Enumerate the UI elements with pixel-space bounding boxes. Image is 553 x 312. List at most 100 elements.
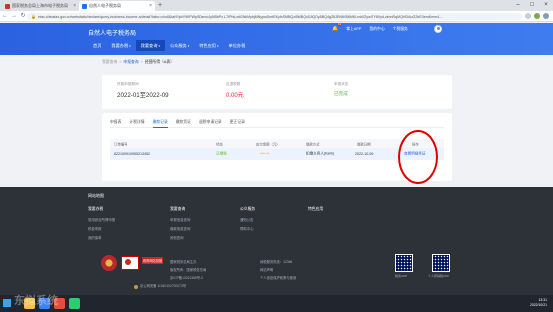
nav-query[interactable]: 我要查询▾ <box>135 40 165 51</box>
etax-favicon-icon <box>82 3 87 9</box>
gov-logo-text: 政府网站找错 <box>142 257 164 264</box>
order-number: 622100910955213452 <box>114 152 150 156</box>
gov-site-logo[interactable] <box>121 256 139 270</box>
chevron-down-icon: ▾ <box>187 44 190 48</box>
header-link-app[interactable]: 掌上APP <box>346 27 361 32</box>
footer-info: 国家税务总局主办 <box>170 260 197 264</box>
site-header: 自然人电子税务局 首页 我要办税▾ 我要查询▾ 公众服务▾ 特色应用▾ 单位办税 <box>0 23 553 55</box>
nav-handle-tax[interactable]: 我要办税▾ <box>106 40 135 51</box>
minimize-icon[interactable]: – <box>511 0 525 11</box>
nav-public-service[interactable]: 公众服务▾ <box>165 40 194 51</box>
red-circle-annotation <box>398 130 438 184</box>
breadcrumb-item[interactable]: 我要查询 <box>102 60 117 65</box>
close-tab-icon[interactable]: × <box>73 3 76 9</box>
qr-label: 税务APP <box>395 274 408 278</box>
forward-icon[interactable]: → <box>11 12 17 21</box>
footer-heading: 网站地图 <box>88 193 104 198</box>
header-link-center[interactable]: 我的中心 <box>369 27 384 32</box>
nav-label: 单位办税 <box>228 43 246 48</box>
payment-date: 2022-10-09 <box>355 152 374 156</box>
extension-icons <box>525 13 549 19</box>
maximize-icon[interactable]: □ <box>525 0 539 11</box>
footer-link[interactable]: 申报信息查询 <box>170 217 190 222</box>
payment-table: 订单编号 状态 应付金额（元） 缴款方式 缴款日期 操作 62210091095… <box>110 139 444 160</box>
site-title: 自然人电子税务局 <box>88 31 137 37</box>
os-taskbar: 13:31 2022/10/21 <box>0 295 553 312</box>
avatar[interactable] <box>434 25 442 33</box>
reload-icon[interactable]: ↻ <box>20 12 26 21</box>
browser-tab-title: 自然人电子税务局 <box>89 3 121 8</box>
footer-link[interactable]: 我的保单 <box>88 235 102 240</box>
system-tray: 13:31 2022/10/21 <box>530 298 547 308</box>
footer-info[interactable]: 网站声明 <box>260 267 273 272</box>
footer-col-title: 特色应用 <box>308 207 324 211</box>
footer-info: 纳税服务热线：12366 <box>260 260 293 264</box>
close-window-icon[interactable]: × <box>539 0 553 11</box>
url-field[interactable]: 🔒 etax.chinatax.gov.cn/webstatic/declare… <box>27 13 522 20</box>
col-date: 缴款日期 <box>357 142 371 146</box>
profile-icon[interactable] <box>543 13 549 19</box>
payment-status: 已缴税 <box>216 151 227 156</box>
tab-correction-records[interactable]: 更正记录 <box>230 119 245 128</box>
tab-tax-details[interactable]: 计税详情 <box>129 119 144 128</box>
nav-special-apps[interactable]: 特色应用▾ <box>194 40 223 51</box>
browser-tabbar: 国家税务总局上海市电子税务局 × 自然人电子税务局 × + – □ × <box>0 0 553 11</box>
detail-tabs: 申报表 计税详情 缴款记录 缴款凭证 退税申请记录 更正记录 <box>110 119 444 128</box>
footer-link[interactable]: 常用综合所得申报 <box>88 217 115 222</box>
status-block: 申报状态 已完成 <box>334 82 348 97</box>
tax-value: 0.00元 <box>226 93 244 99</box>
period-label: 所属申报期间 <box>117 82 139 86</box>
qr-label: 个人所得税APP <box>428 274 450 278</box>
breadcrumb-item[interactable]: 申报查询 <box>123 60 138 65</box>
nav-unit-tax[interactable]: 单位办税 <box>224 40 251 51</box>
nav-label: 首页 <box>93 43 102 48</box>
browser-tab-2[interactable]: 自然人电子税务局 × <box>79 1 155 11</box>
watermark-text: 东拟系统 <box>14 295 58 307</box>
new-tab-button[interactable]: + <box>158 1 162 10</box>
footer-col-title: 我要查询 <box>170 207 186 211</box>
col-method: 缴款方式 <box>306 142 320 146</box>
close-tab-icon[interactable]: × <box>149 3 152 9</box>
star-icon[interactable] <box>525 13 531 19</box>
site-footer: 网站地图 我要办税 常用综合所得申报 税费申报 我的保单 我要查询 申报信息查询… <box>0 187 553 295</box>
table-header: 订单编号 状态 应付金额（元） 缴款方式 缴款日期 操作 <box>110 139 444 148</box>
lock-icon: 🔒 <box>31 14 36 19</box>
status-badge: 已完成 <box>334 91 348 96</box>
back-icon[interactable]: ← <box>2 12 8 21</box>
breadcrumb-current: 经营所得（A表） <box>144 60 174 64</box>
footer-link[interactable]: 缴款信息查询 <box>170 226 190 231</box>
tab-payment-records[interactable]: 缴款记录 <box>152 119 168 128</box>
nav-home[interactable]: 首页 <box>88 40 106 51</box>
footer-col-title: 我要办税 <box>88 207 104 211</box>
windows-start-icon[interactable] <box>3 299 11 307</box>
main-nav: 首页 我要办税▾ 我要查询▾ 公众服务▾ 特色应用▾ 单位办税 <box>88 40 250 51</box>
footer-link[interactable]: 帮助中心 <box>240 226 254 231</box>
period-value: 2022-01至2022-09 <box>117 92 169 99</box>
bell-icon[interactable]: 🔔 19 <box>332 23 342 32</box>
period-block: 所属申报期间 2022-01至2022-09 <box>117 82 169 99</box>
footer-info[interactable]: 京ICP备13021385号-2 <box>170 275 203 280</box>
browser-tab-1[interactable]: 国家税务总局上海市电子税务局 × <box>2 1 79 11</box>
payment-amount: ****.** <box>260 152 270 156</box>
footer-info[interactable]: 个人信息保护政策与使用 <box>260 275 296 280</box>
chevron-down-icon: ▾ <box>158 44 160 48</box>
footer-info[interactable]: 京公网安备 11040102700073号 <box>140 283 186 288</box>
footer-link[interactable]: 税费申报 <box>88 226 102 231</box>
browser-tab-title: 国家税务总局上海市电子税务局 <box>12 3 68 8</box>
tab-payment-voucher[interactable]: 缴款凭证 <box>176 119 191 128</box>
header-link-service[interactable]: 个税服务 <box>393 27 408 32</box>
qr-code-iit-app <box>432 254 450 272</box>
footer-link[interactable]: 通知公告 <box>240 217 254 222</box>
breadcrumb-separator: > <box>119 60 122 64</box>
nav-label: 我要办税 <box>111 43 129 48</box>
footer-link[interactable]: 其他查询 <box>170 235 184 240</box>
footer-col-title: 公众服务 <box>240 207 256 211</box>
footer-info: 版权所有：国家税务总局 <box>170 268 207 272</box>
tab-refund-records[interactable]: 退税申请记录 <box>199 119 222 128</box>
col-status: 状态 <box>216 142 223 146</box>
national-emblem-icon <box>101 255 117 271</box>
col-amount: 应付金额（元） <box>256 142 280 146</box>
extension-icon[interactable] <box>534 13 540 19</box>
tab-declaration-form[interactable]: 申报表 <box>110 119 121 128</box>
wechat-icon[interactable] <box>69 298 80 309</box>
